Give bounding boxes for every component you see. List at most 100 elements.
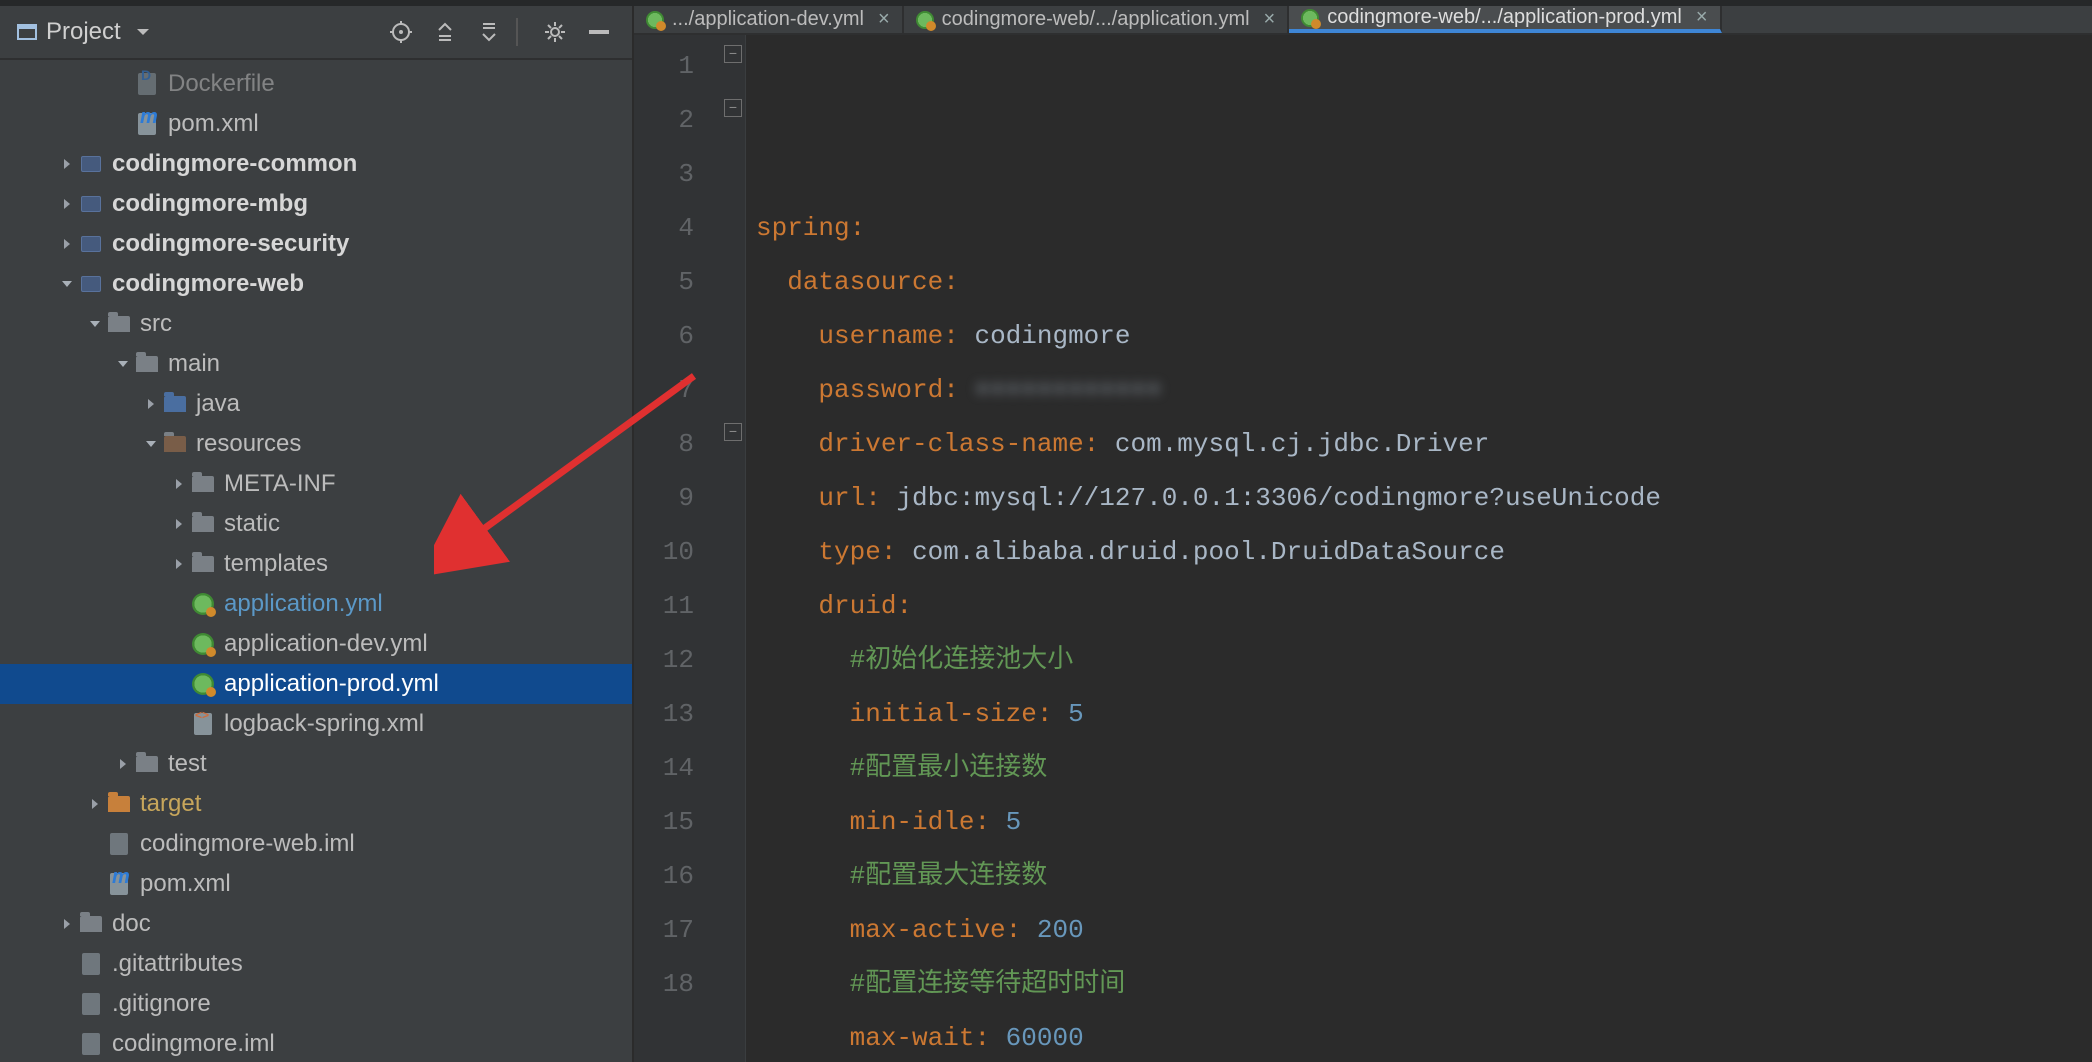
tree-row-application-dev-yml[interactable]: application-dev.yml (0, 624, 632, 664)
editor-tab[interactable]: .../application-dev.yml× (634, 6, 904, 33)
tree-row-codingmore-web-iml[interactable]: codingmore-web.iml (0, 824, 632, 864)
code-line[interactable]: max-wait: 60000 (756, 1011, 2092, 1062)
code-line[interactable]: min-idle: 5 (756, 795, 2092, 849)
tree-row-application-yml[interactable]: application.yml (0, 584, 632, 624)
tree-row-src[interactable]: src (0, 304, 632, 344)
tree-arrow-icon[interactable] (56, 237, 78, 251)
tree-row-codingmore-common[interactable]: codingmore-common (0, 144, 632, 184)
close-tab-icon[interactable]: × (1264, 8, 1276, 31)
code-line[interactable]: spring: (756, 201, 2092, 255)
tree-row-pom-xml[interactable]: pom.xml (0, 104, 632, 144)
tree-row-java[interactable]: java (0, 384, 632, 424)
code-line[interactable]: druid: (756, 579, 2092, 633)
tree-arrow-icon[interactable] (56, 197, 78, 211)
tree-row-application-prod-yml[interactable]: application-prod.yml (0, 664, 632, 704)
yml-icon (916, 11, 934, 29)
code-line[interactable]: #配置连接等待超时时间 (756, 957, 2092, 1011)
tree-row-dockerfile[interactable]: Dockerfile (0, 64, 632, 104)
line-number: 8 (634, 417, 694, 471)
tree-arrow-icon[interactable] (112, 357, 134, 371)
tree-arrow-icon[interactable] (168, 557, 190, 571)
tree-node-icon (78, 151, 104, 177)
code-line[interactable]: password: •••••••••••• (756, 363, 2092, 417)
tree-node-icon (134, 111, 160, 137)
close-tab-icon[interactable]: × (878, 8, 890, 31)
code-line[interactable]: type: com.alibaba.druid.pool.DruidDataSo… (756, 525, 2092, 579)
tree-arrow-icon[interactable] (56, 277, 78, 291)
tree-arrow-icon[interactable] (168, 477, 190, 491)
hide-icon[interactable] (582, 15, 616, 49)
tree-row-codingmore-web[interactable]: codingmore-web (0, 264, 632, 304)
locate-icon[interactable] (384, 15, 418, 49)
editor-tab[interactable]: codingmore-web/.../application.yml× (904, 6, 1290, 33)
tree-node-label: codingmore-security (112, 224, 349, 264)
tree-arrow-icon[interactable] (56, 157, 78, 171)
gear-icon[interactable] (538, 15, 572, 49)
line-number: 10 (634, 525, 694, 579)
project-dropdown-arrow[interactable] (135, 24, 151, 40)
tree-node-label: .gitignore (112, 984, 211, 1024)
code-line[interactable]: datasource: (756, 255, 2092, 309)
code-line[interactable]: url: jdbc:mysql://127.0.0.1:3306/codingm… (756, 471, 2092, 525)
close-tab-icon[interactable]: × (1696, 6, 1708, 29)
tree-node-label: logback-spring.xml (224, 704, 424, 744)
tree-row-main[interactable]: main (0, 344, 632, 384)
fold-column[interactable]: − − − (722, 35, 746, 1062)
tree-node-label: codingmore-web (112, 264, 304, 304)
tree-node-icon (134, 751, 160, 777)
tree-row--gitignore[interactable]: .gitignore (0, 984, 632, 1024)
tree-node-label: META-INF (224, 464, 336, 504)
line-number: 2 (634, 93, 694, 147)
code-line[interactable]: initial-size: 5 (756, 687, 2092, 741)
tree-row--gitattributes[interactable]: .gitattributes (0, 944, 632, 984)
tree-arrow-icon[interactable] (84, 317, 106, 331)
tree-node-label: application-dev.yml (224, 624, 428, 664)
project-sidebar: Project Dockerfilepom.xmlcodingmore-comm… (0, 6, 634, 1062)
tree-arrow-icon[interactable] (140, 397, 162, 411)
line-number: 6 (634, 309, 694, 363)
tree-row-static[interactable]: static (0, 504, 632, 544)
tree-row-codingmore-security[interactable]: codingmore-security (0, 224, 632, 264)
tree-node-icon (190, 511, 216, 537)
tree-arrow-icon[interactable] (56, 917, 78, 931)
line-gutter: 123456789101112131415161718 (634, 35, 722, 1062)
tree-row-logback-spring-xml[interactable]: logback-spring.xml (0, 704, 632, 744)
code-line[interactable]: #配置最大连接数 (756, 849, 2092, 903)
tree-arrow-icon[interactable] (168, 517, 190, 531)
tree-node-label: main (168, 344, 220, 384)
tree-arrow-icon[interactable] (112, 757, 134, 771)
line-number: 1 (634, 39, 694, 93)
code-line[interactable]: #配置最小连接数 (756, 741, 2092, 795)
tree-node-label: application.yml (224, 584, 383, 624)
expand-all-icon[interactable] (428, 15, 462, 49)
code-area[interactable]: spring: datasource: username: codingmore… (746, 35, 2092, 1062)
code-line[interactable]: driver-class-name: com.mysql.cj.jdbc.Dri… (756, 417, 2092, 471)
tree-row-target[interactable]: target (0, 784, 632, 824)
tree-row-pom-xml[interactable]: pom.xml (0, 864, 632, 904)
tree-node-label: codingmore-mbg (112, 184, 308, 224)
line-number: 14 (634, 741, 694, 795)
line-number: 12 (634, 633, 694, 687)
tree-arrow-icon[interactable] (84, 797, 106, 811)
tree-row-meta-inf[interactable]: META-INF (0, 464, 632, 504)
tree-node-label: test (168, 744, 207, 784)
code-line[interactable]: username: codingmore (756, 309, 2092, 363)
tree-row-resources[interactable]: resources (0, 424, 632, 464)
tree-row-codingmore-iml[interactable]: codingmore.iml (0, 1024, 632, 1062)
editor-tab[interactable]: codingmore-web/.../application-prod.yml× (1289, 6, 1721, 33)
tree-node-icon (78, 911, 104, 937)
collapse-all-icon[interactable] (472, 15, 506, 49)
divider (516, 18, 518, 46)
tree-row-templates[interactable]: templates (0, 544, 632, 584)
tree-row-test[interactable]: test (0, 744, 632, 784)
tree-row-codingmore-mbg[interactable]: codingmore-mbg (0, 184, 632, 224)
line-number: 15 (634, 795, 694, 849)
tree-row-doc[interactable]: doc (0, 904, 632, 944)
project-tree[interactable]: Dockerfilepom.xmlcodingmore-commoncoding… (0, 60, 632, 1062)
code-line[interactable]: #初始化连接池大小 (756, 633, 2092, 687)
line-number: 11 (634, 579, 694, 633)
line-number: 3 (634, 147, 694, 201)
code-line[interactable]: max-active: 200 (756, 903, 2092, 957)
tree-arrow-icon[interactable] (140, 437, 162, 451)
tree-node-icon (78, 231, 104, 257)
